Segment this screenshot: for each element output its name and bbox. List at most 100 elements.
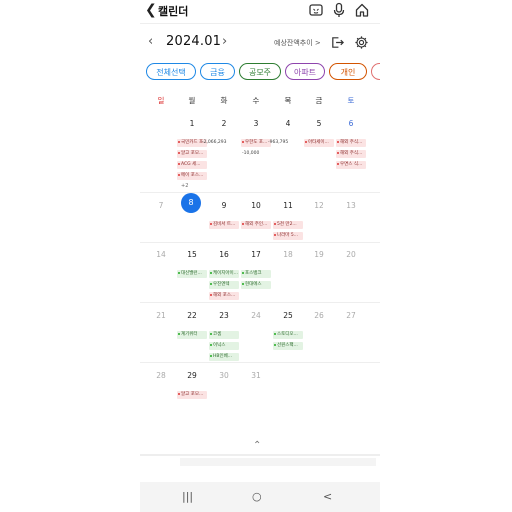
calendar-event[interactable]: 나라마 5... (273, 232, 303, 240)
top-app-bar: ❮ 캘린더 (140, 0, 380, 22)
event-label: 현대에스 (245, 282, 262, 287)
today-marker[interactable]: 8 (181, 193, 201, 213)
event-label: 해외 주식... (340, 140, 363, 145)
event-label: 스토디오... (277, 332, 298, 337)
bottom-sheet-edge (140, 454, 380, 456)
header-divider (140, 23, 380, 24)
event-dot-icon (178, 392, 180, 395)
calendar-event[interactable]: 해외 포스... (209, 292, 239, 300)
filter-chip[interactable]: 개인 (329, 63, 367, 80)
day-number: 3 (253, 119, 259, 128)
calendar-event[interactable]: HB인베... (209, 353, 239, 361)
recent-apps-button[interactable]: ||| (182, 490, 193, 503)
event-label: HB인베... (213, 354, 233, 359)
calendar-event[interactable]: ACG 세... (177, 161, 207, 169)
event-label: -2,066,293 (202, 140, 227, 145)
home-icon[interactable] (354, 2, 370, 18)
prev-month-button[interactable]: ‹ (148, 34, 153, 49)
event-dot-icon (274, 332, 276, 335)
week-divider (140, 302, 380, 303)
calendar-event[interactable]: 케이지아이... (209, 270, 239, 278)
back-arrow-icon[interactable]: ❮ (145, 2, 157, 18)
calendar-event[interactable]: 현대에스 (241, 281, 271, 289)
day-number: 16 (219, 250, 229, 259)
week-divider (140, 362, 380, 363)
event-dot-icon (210, 282, 212, 285)
home-button[interactable]: ○ (252, 490, 262, 503)
calendar-event[interactable]: 5천 만2... (273, 221, 303, 229)
calendar-event[interactable]: 계기위터 (177, 331, 207, 339)
day-number: 29 (187, 371, 197, 380)
weekday-label: 월 (188, 96, 196, 105)
day-number: 10 (251, 201, 261, 210)
calendar-event[interactable]: 메이 포스... (177, 172, 207, 180)
day-number: 4 (285, 119, 291, 128)
event-label: 코셈 (213, 332, 222, 337)
weekday-label: 화 (220, 96, 228, 105)
filter-chip[interactable]: 금융 (200, 63, 235, 80)
event-dot-icon (337, 140, 339, 143)
calendar-event[interactable]: 스토디오... (273, 331, 303, 339)
calendar-event[interactable]: 이닉스 (209, 342, 239, 350)
event-dot-icon (337, 162, 339, 165)
day-number: 23 (219, 311, 229, 320)
event-label: 우면스 식... (340, 162, 363, 167)
event-dot-icon (178, 271, 180, 274)
calendar-event[interactable]: 해외 주인... (241, 221, 271, 229)
event-label: 알고 포모... (181, 392, 204, 397)
day-number: 31 (251, 371, 261, 380)
back-button[interactable]: < (323, 490, 332, 503)
calendar-event[interactable]: 알고 포모... (177, 150, 207, 158)
calendar-event[interactable]: 알고 포모... (177, 391, 207, 399)
calendar-event[interactable]: 김비서 트... (209, 221, 239, 229)
next-month-button[interactable]: › (222, 34, 227, 49)
event-dot-icon (274, 233, 276, 236)
calendar-event[interactable]: 아타세이... (304, 139, 334, 147)
day-number: 7 (158, 201, 164, 210)
day-number: 13 (346, 201, 356, 210)
calendar-event[interactable]: 우진엔텍 (209, 281, 239, 289)
event-label: 우한도 포... (245, 140, 268, 145)
day-number: 25 (283, 311, 293, 320)
event-dot-icon (274, 222, 276, 225)
feedback-icon[interactable] (308, 2, 324, 18)
event-label: 계기위터 (181, 332, 198, 337)
mic-icon[interactable] (331, 2, 347, 18)
event-label: 이닉스 (213, 343, 226, 348)
calendar-event[interactable]: 선원스팩... (273, 342, 303, 350)
event-label: -963,795 (268, 140, 289, 145)
calendar-event[interactable]: 코셈 (209, 331, 239, 339)
event-label: ACG 세... (181, 162, 201, 167)
event-dot-icon (274, 343, 276, 346)
calendar-event[interactable]: -963,795 (267, 139, 301, 147)
filter-chip[interactable]: 전체선택 (146, 63, 196, 80)
chevron-up-icon[interactable]: ⌃ (253, 440, 261, 451)
event-label: 나라마 5... (277, 233, 299, 238)
day-number: 15 (187, 250, 197, 259)
event-dot-icon (242, 271, 244, 274)
export-icon[interactable] (330, 35, 345, 50)
event-dot-icon (178, 173, 180, 176)
event-dot-icon (305, 140, 307, 143)
event-label: 해외 주인... (245, 222, 268, 227)
filter-chip[interactable]: 공모주 (239, 63, 281, 80)
more-events-count[interactable]: +2 (181, 183, 188, 189)
weekday-label: 금 (315, 96, 323, 105)
calendar-event[interactable]: 우면스 식... (336, 161, 366, 169)
calendar-event[interactable]: 포스뱅크 (241, 270, 271, 278)
system-nav-bar: ||| ○ < (140, 482, 380, 512)
settings-icon[interactable] (354, 35, 369, 50)
event-dot-icon (242, 140, 244, 143)
filter-chip[interactable] (371, 63, 380, 80)
calendar-event[interactable]: -2,066,293 (201, 139, 235, 147)
event-dot-icon (178, 140, 180, 143)
calendar-event[interactable]: 대신밸런... (177, 270, 207, 278)
filter-chip[interactable]: 아파트 (285, 63, 325, 80)
calendar-event[interactable]: -10,000 (241, 150, 275, 158)
event-dot-icon (210, 271, 212, 274)
calendar-event[interactable]: 해외 주식... (336, 150, 366, 158)
balance-trend-link[interactable]: 예상잔액추이 > (274, 38, 321, 48)
event-label: 선원스팩... (277, 343, 298, 348)
day-number: 6 (348, 119, 354, 128)
calendar-event[interactable]: 해외 주식... (336, 139, 366, 147)
